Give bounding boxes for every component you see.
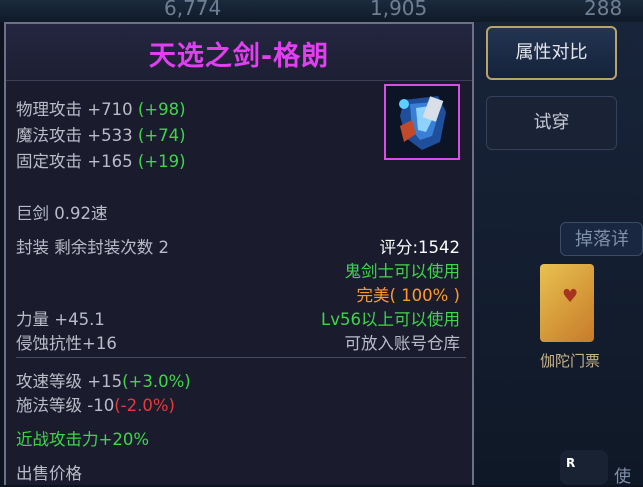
resource-value-3: 288 bbox=[584, 0, 623, 20]
weapon-type: 巨剑 0.92速 bbox=[16, 204, 108, 223]
stat-bonus: (+19) bbox=[137, 152, 186, 171]
seal-count: 封装 剩余封装次数 2 bbox=[16, 238, 169, 257]
account-storage: 可放入账号仓库 bbox=[344, 334, 461, 353]
heart-icon: ♥ bbox=[562, 286, 579, 307]
tooltip-header: 天选之剑-格朗 bbox=[6, 24, 472, 81]
stat-label: 物理攻击 +710 bbox=[16, 100, 133, 119]
attack-speed-stat: 攻速等级 +15(+3.0%) bbox=[16, 368, 191, 392]
stat-label: 施法等级 -10 bbox=[16, 396, 115, 415]
stat-label: 魔法攻击 +533 bbox=[16, 126, 133, 145]
sell-price-label: 出售价格 bbox=[16, 464, 82, 483]
use-label-partial: 使 bbox=[614, 467, 631, 487]
stat-value: (+3.0%) bbox=[122, 372, 191, 391]
top-resource-bar: 6,774 1,905 288 bbox=[0, 0, 643, 22]
melee-attack-bonus: 近战攻击力+20% bbox=[16, 430, 149, 449]
ticket-label: 伽陀门票 bbox=[540, 352, 601, 370]
stat-bonus: (+74) bbox=[137, 126, 186, 145]
stat-label: 攻速等级 +15 bbox=[16, 372, 123, 391]
resource-value-1: 6,774 bbox=[164, 0, 222, 20]
divider bbox=[16, 357, 466, 358]
physical-attack-stat: 物理攻击 +710 (+98) bbox=[16, 96, 186, 120]
stat-bonus: (+98) bbox=[137, 100, 186, 119]
resource-value-2: 1,905 bbox=[370, 0, 428, 20]
cast-speed-stat: 施法等级 -10(-2.0%) bbox=[16, 392, 175, 416]
fixed-attack-stat: 固定攻击 +165 (+19) bbox=[16, 148, 186, 172]
compare-attributes-button[interactable]: 属性对比 bbox=[486, 26, 617, 80]
magic-attack-stat: 魔法攻击 +533 (+74) bbox=[16, 122, 186, 146]
greatsword-icon[interactable] bbox=[384, 84, 460, 160]
stat-value: (-2.0%) bbox=[114, 396, 175, 415]
ticket-card[interactable]: ♥ bbox=[540, 264, 594, 342]
corrosion-resistance: 侵蚀抗性+16 bbox=[16, 334, 117, 353]
try-on-button[interactable]: 试穿 bbox=[486, 96, 617, 150]
strength-stat: 力量 +45.1 bbox=[16, 310, 105, 329]
score: 评分:1542 bbox=[379, 238, 460, 257]
drop-detail-button[interactable]: 掉落详 bbox=[560, 222, 643, 256]
item-name: 天选之剑-格朗 bbox=[148, 41, 330, 72]
rank-badge[interactable]: R bbox=[560, 450, 608, 485]
quality: 完美( 100% ) bbox=[356, 286, 460, 305]
stat-label: 固定攻击 +165 bbox=[16, 152, 133, 171]
usable-class: 鬼剑士可以使用 bbox=[344, 262, 461, 281]
level-requirement: Lv56以上可以使用 bbox=[321, 310, 460, 329]
item-tooltip: 天选之剑-格朗 物理攻击 +710 (+98) 魔法攻击 +533 (+74) … bbox=[4, 22, 474, 485]
